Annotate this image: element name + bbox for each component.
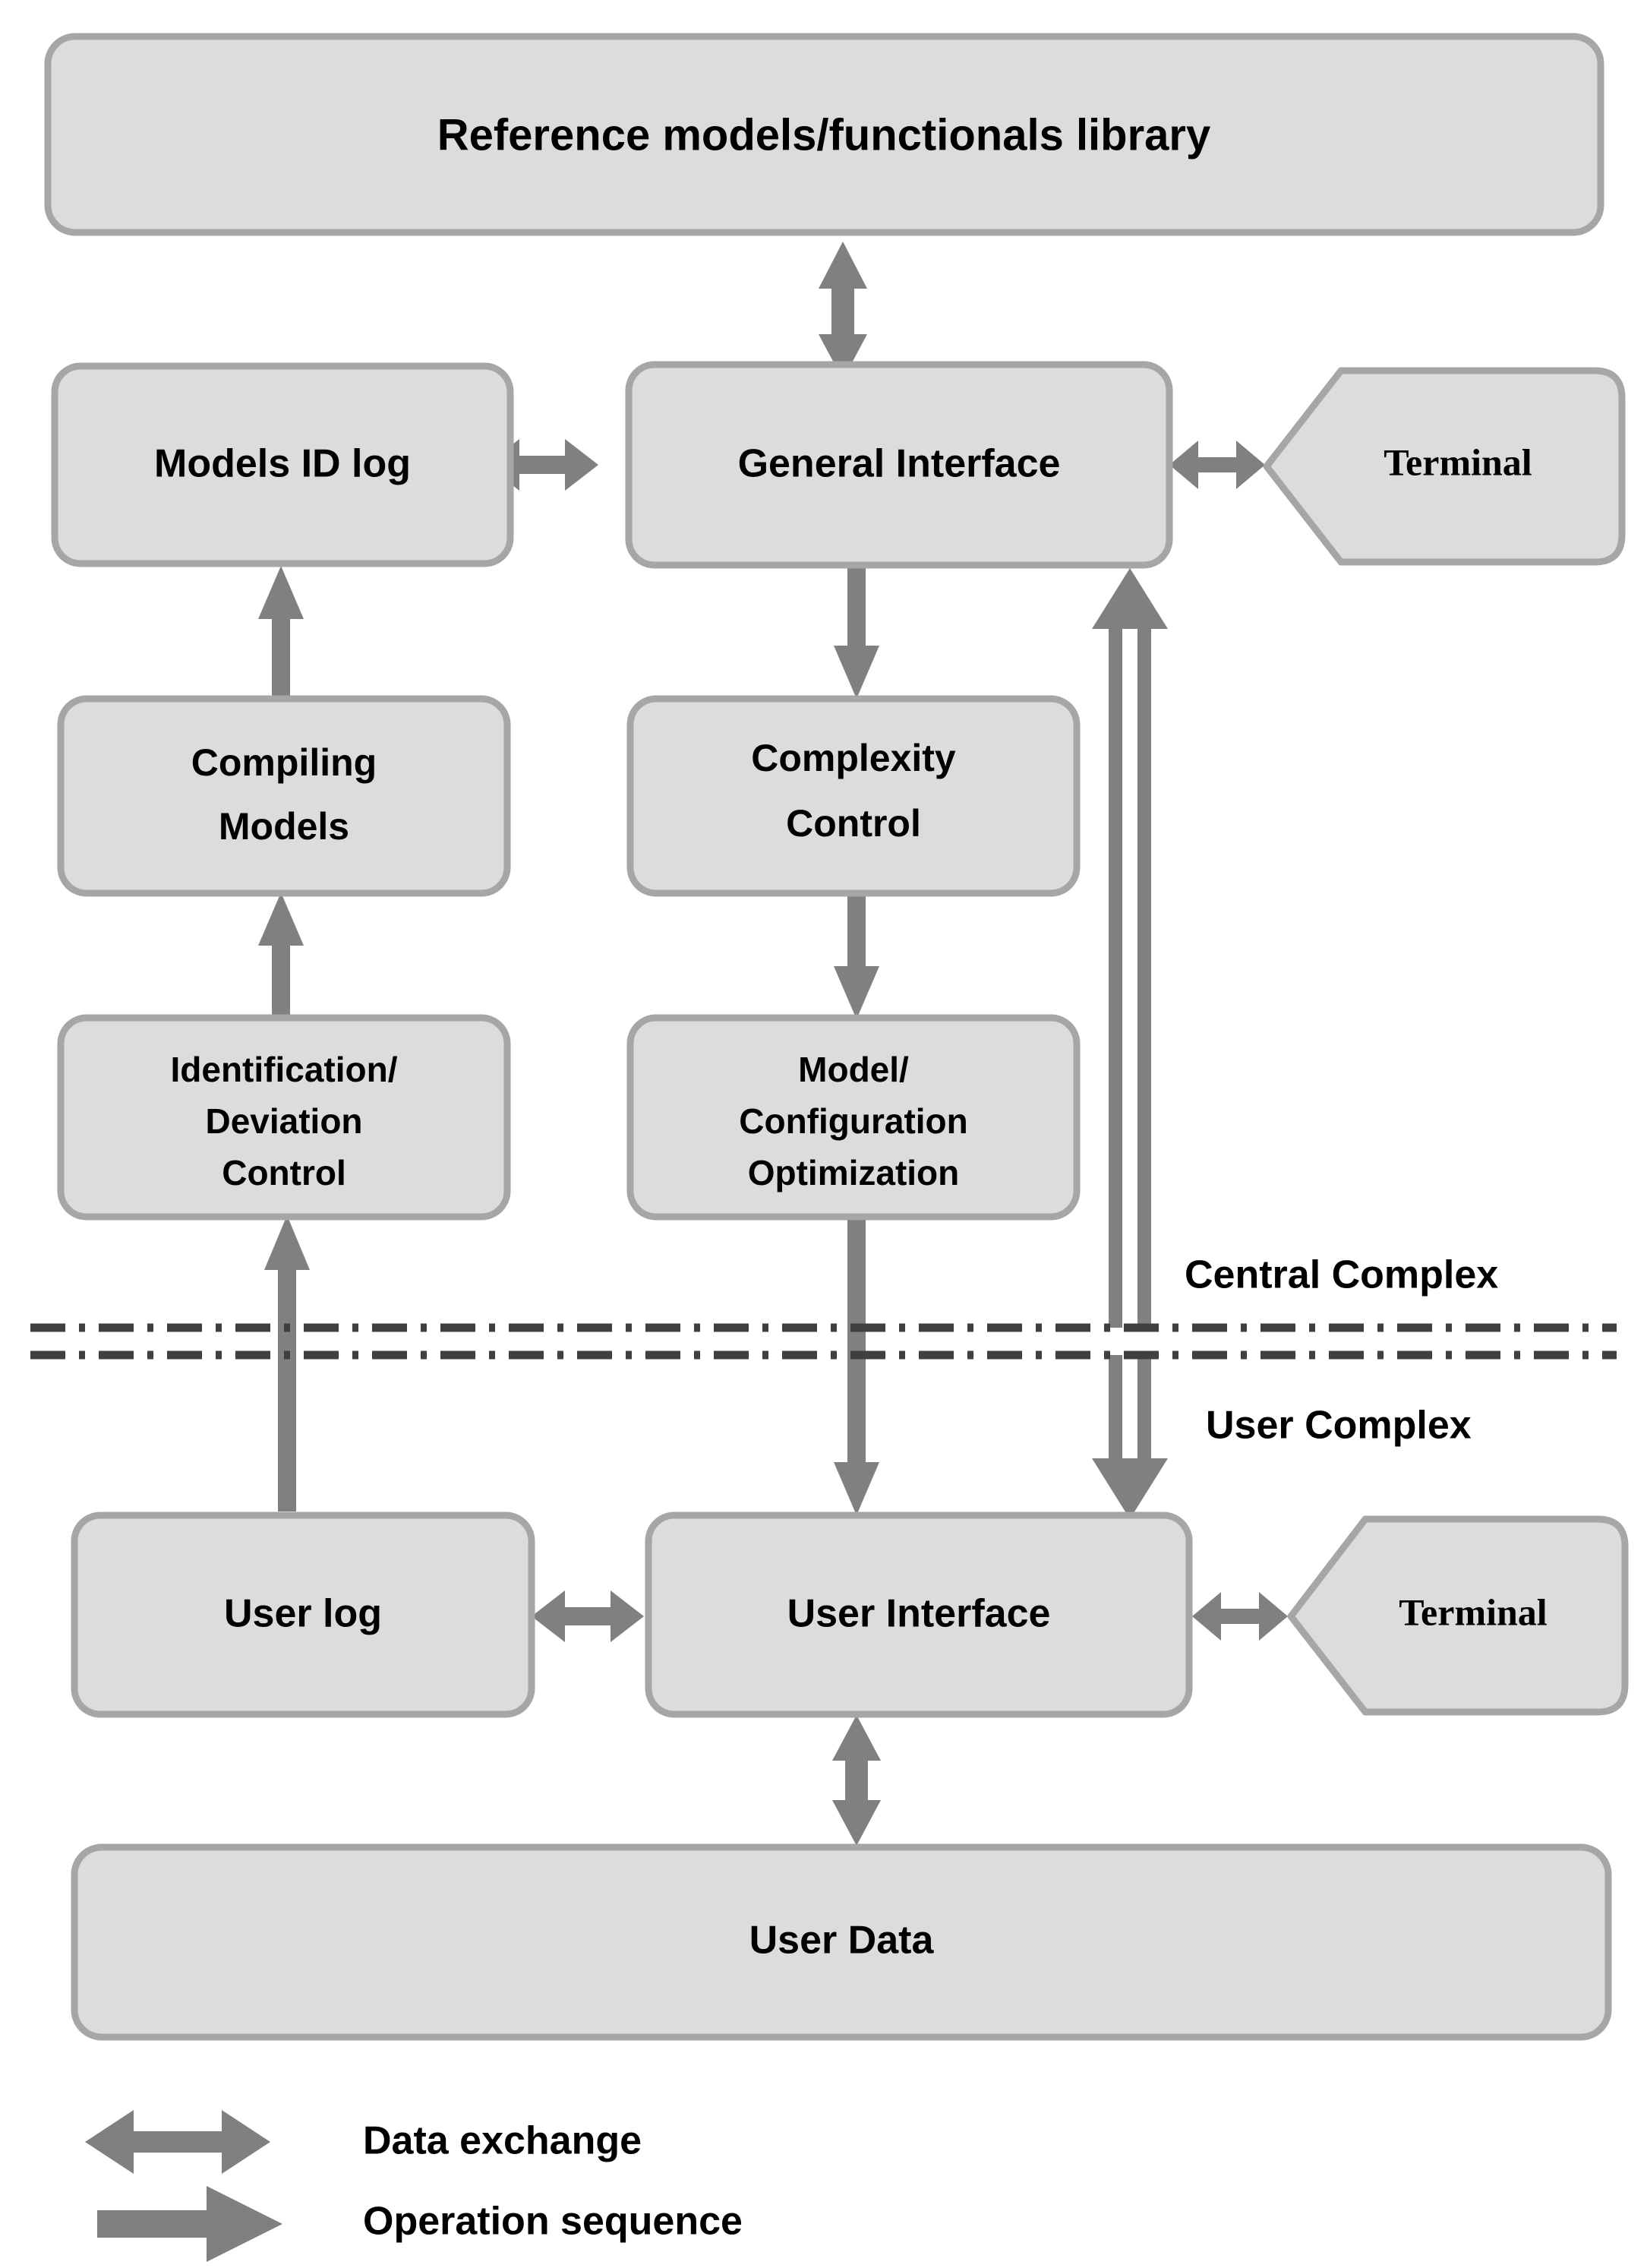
node-models-id-log[interactable]: Models ID log — [51, 362, 514, 567]
node-identification-label-line2: Deviation — [205, 1101, 362, 1141]
node-user-data-label: User Data — [749, 1919, 935, 1963]
node-terminal-central-label: Terminal — [1384, 441, 1532, 483]
edge-user-interface-general-interface — [1092, 568, 1168, 1328]
edge-user-interface-user-data — [832, 1715, 881, 1846]
node-user-log[interactable]: User log — [71, 1511, 535, 1718]
edge-user-interface-terminal-user — [1192, 1592, 1288, 1641]
diagram-canvas: Reference models/functionals library Mod… — [30, 33, 1629, 2262]
edge-complexity-control-model-configuration — [834, 890, 879, 1019]
edge-reference-library-general-interface — [819, 242, 867, 380]
node-models-id-log-label: Models ID log — [154, 442, 411, 486]
node-user-log-label: User log — [224, 1592, 382, 1636]
node-identification-label-line1: Identification/ — [171, 1050, 398, 1089]
edge-compiling-models-models-id-log — [258, 566, 304, 699]
node-terminal-user-label: Terminal — [1399, 1590, 1547, 1633]
edge-identification-compiling-models — [258, 892, 304, 1018]
edge-general-interface-terminal-central — [1169, 441, 1265, 489]
node-user-interface-label: User Interface — [787, 1592, 1051, 1636]
zone-label-user-complex: User Complex — [1206, 1404, 1472, 1448]
node-terminal-user[interactable]: Terminal — [1287, 1515, 1629, 1716]
edge-general-interface-user-interface — [1092, 1355, 1168, 1519]
node-reference-library-label: Reference models/functionals library — [437, 110, 1211, 160]
block-diagram: Reference models/functionals library Mod… — [0, 0, 1647, 2268]
node-general-interface-label: General Interface — [738, 442, 1061, 486]
node-complexity-control-label-line2: Control — [786, 802, 921, 845]
node-model-configuration-label-line2: Configuration — [739, 1101, 968, 1141]
node-complexity-control-label-line1: Complexity — [751, 737, 956, 779]
edge-user-log-user-interface — [532, 1590, 644, 1642]
node-compiling-models[interactable]: Compiling Models — [57, 695, 511, 897]
node-model-configuration-optimization[interactable]: Model/ Configuration Optimization — [626, 1014, 1081, 1221]
zone-label-central-complex: Central Complex — [1185, 1253, 1498, 1297]
node-reference-library[interactable]: Reference models/functionals library — [44, 33, 1604, 236]
node-compiling-models-label-line1: Compiling — [191, 741, 377, 784]
node-terminal-central[interactable]: Terminal — [1263, 367, 1626, 566]
node-compiling-models-label-line2: Models — [219, 805, 349, 848]
legend-label-data-exchange: Data exchange — [363, 2119, 642, 2163]
double-headed-arrow-icon — [85, 2110, 270, 2174]
edge-general-interface-complexity-control — [834, 568, 879, 699]
legend: Data exchange Operation sequence — [85, 2110, 743, 2262]
node-identification-label-line3: Control — [222, 1153, 346, 1192]
node-complexity-control[interactable]: Complexity Control — [626, 695, 1081, 897]
node-general-interface[interactable]: General Interface — [625, 361, 1173, 569]
node-user-data[interactable]: User Data — [71, 1843, 1612, 2041]
edge-user-log-identification — [264, 1215, 310, 1511]
edge-model-configuration-user-interface — [834, 1217, 879, 1515]
node-model-configuration-label-line3: Optimization — [748, 1153, 960, 1192]
legend-item-operation-sequence: Operation sequence — [97, 2186, 743, 2262]
node-identification-deviation-control[interactable]: Identification/ Deviation Control — [57, 1014, 511, 1221]
right-arrow-icon — [97, 2186, 282, 2262]
node-model-configuration-label-line1: Model/ — [798, 1050, 909, 1089]
legend-label-operation-sequence: Operation sequence — [363, 2200, 743, 2244]
legend-item-data-exchange: Data exchange — [85, 2110, 642, 2174]
node-user-interface[interactable]: User Interface — [645, 1511, 1193, 1718]
